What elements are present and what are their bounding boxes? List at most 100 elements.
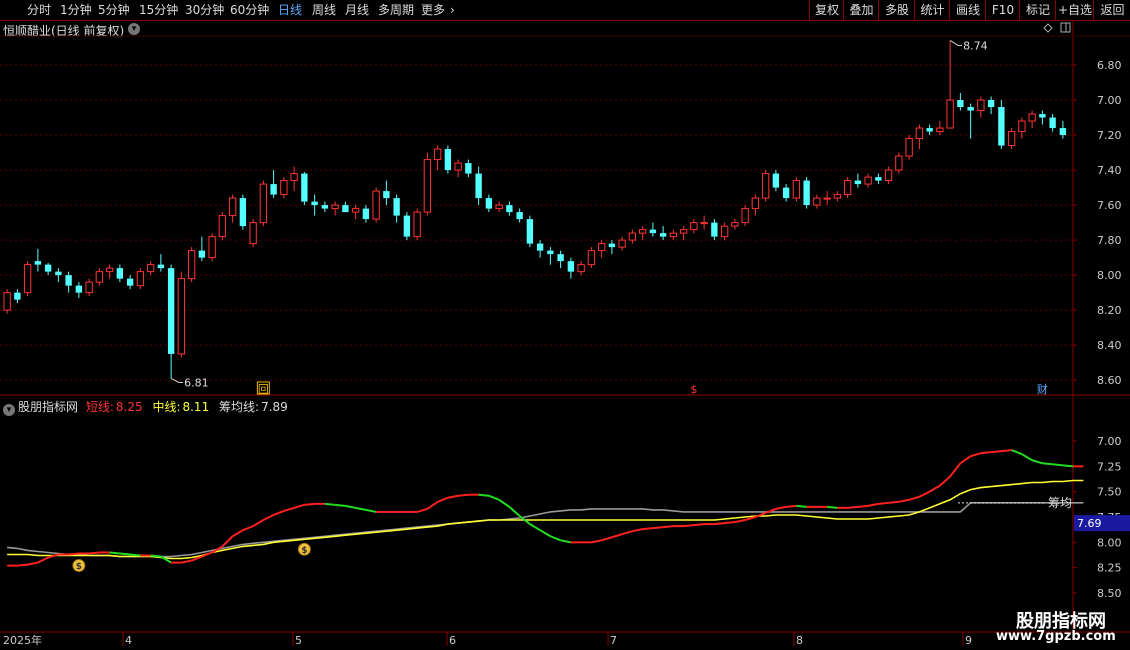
candle (516, 208, 523, 223)
candle-body (1059, 128, 1067, 136)
candle-body (1039, 114, 1046, 118)
candle-body (485, 198, 493, 209)
candle (146, 261, 155, 276)
candle (741, 205, 749, 227)
short-line-segment (591, 539, 602, 544)
candle (116, 264, 124, 283)
candle (321, 201, 329, 213)
candle (136, 268, 145, 290)
candle-body (792, 180, 801, 199)
short-line-segment (980, 451, 992, 455)
short-line-segment (724, 521, 735, 525)
short-line-segment (324, 502, 336, 506)
short-line-segment (232, 529, 244, 538)
candle (926, 124, 933, 136)
indicator-tick-label: 7.50 (1097, 486, 1122, 499)
candle-body (270, 184, 277, 195)
candle (383, 180, 390, 206)
candle (454, 159, 462, 178)
candle (526, 215, 534, 248)
candle-body (465, 163, 472, 174)
candle (659, 226, 667, 241)
candle (967, 103, 974, 139)
short-line-segment (949, 462, 962, 478)
candle-body (936, 127, 944, 133)
candle (597, 240, 606, 258)
candle-body (187, 250, 196, 280)
candle-body (536, 243, 544, 251)
x-tick-label: 2025年 (3, 633, 42, 647)
short-line-segment (796, 504, 807, 508)
short-line-segment (918, 490, 931, 498)
price-tick-label: 8.40 (1097, 339, 1122, 352)
candle-body (34, 261, 42, 265)
candle (679, 226, 688, 241)
candle (690, 219, 698, 234)
short-line-segment (560, 539, 572, 544)
short-line-segment (304, 502, 315, 506)
candle (915, 124, 924, 150)
short-line-segment (663, 525, 674, 529)
candle-body (926, 128, 933, 132)
short-line-segment (550, 535, 561, 542)
candle (34, 248, 42, 272)
candle-body (383, 191, 390, 199)
candle (638, 226, 647, 241)
candle-body (423, 159, 432, 213)
candle (1049, 114, 1056, 132)
indicator-title: ▾ 股朋指标网 短线: 8.25 中线: 8.11 筹均线: 7.89 (3, 398, 288, 416)
indicator-tick-label: 8.25 (1097, 562, 1122, 575)
candle-body (782, 187, 790, 199)
candle (905, 135, 913, 160)
candle-body (55, 271, 62, 276)
candle-body (895, 155, 903, 171)
candle-body (597, 243, 606, 252)
short-line-segment (683, 524, 694, 528)
candle-body (342, 205, 349, 213)
short-line-segment (1042, 462, 1053, 466)
short-line-segment (68, 552, 79, 556)
price-tick-label: 7.80 (1097, 234, 1122, 247)
short-line-segment (1001, 449, 1012, 453)
candle (95, 268, 104, 286)
high-label: 8.74 (963, 39, 988, 52)
indicator-tick-label: 8.50 (1097, 587, 1122, 600)
candle (577, 261, 585, 276)
candle-body (126, 278, 134, 286)
candle (547, 247, 554, 265)
short-line-segment (878, 501, 889, 505)
candle-body (433, 148, 442, 161)
short-line-segment (365, 508, 377, 513)
candle (85, 278, 93, 297)
indicator-name: 股朋指标网 (18, 400, 79, 414)
short-line-segment (632, 528, 643, 533)
short-line-segment (335, 503, 346, 507)
candle (864, 173, 872, 188)
short-line-segment (262, 514, 275, 521)
candle (311, 194, 318, 216)
price-grid (0, 64, 1073, 381)
candle-body (259, 183, 268, 224)
candle-body (495, 204, 503, 210)
short-line-segment (345, 504, 356, 509)
short-line-segment (488, 494, 500, 501)
candle (1028, 110, 1036, 129)
watermark-url: www.7gpzb.com (996, 629, 1116, 644)
candle (1059, 121, 1067, 139)
candle-body (393, 198, 400, 216)
short-line-label: 短线: (85, 400, 114, 414)
candle-body (454, 162, 462, 171)
short-line-segment (119, 552, 131, 556)
candle-body (167, 268, 175, 354)
x-tick-label: 5 (295, 634, 302, 647)
candle (833, 191, 842, 202)
candle-body (587, 250, 596, 266)
chevron-down-icon[interactable]: ▾ (3, 404, 15, 416)
short-line-segment (611, 533, 623, 539)
indicator-tick-label: 7.25 (1097, 460, 1122, 473)
candle-body (649, 229, 657, 234)
short-line-segment (888, 500, 899, 504)
candle-body (813, 197, 821, 206)
candle-body (700, 222, 708, 225)
short-line-segment (17, 563, 28, 567)
